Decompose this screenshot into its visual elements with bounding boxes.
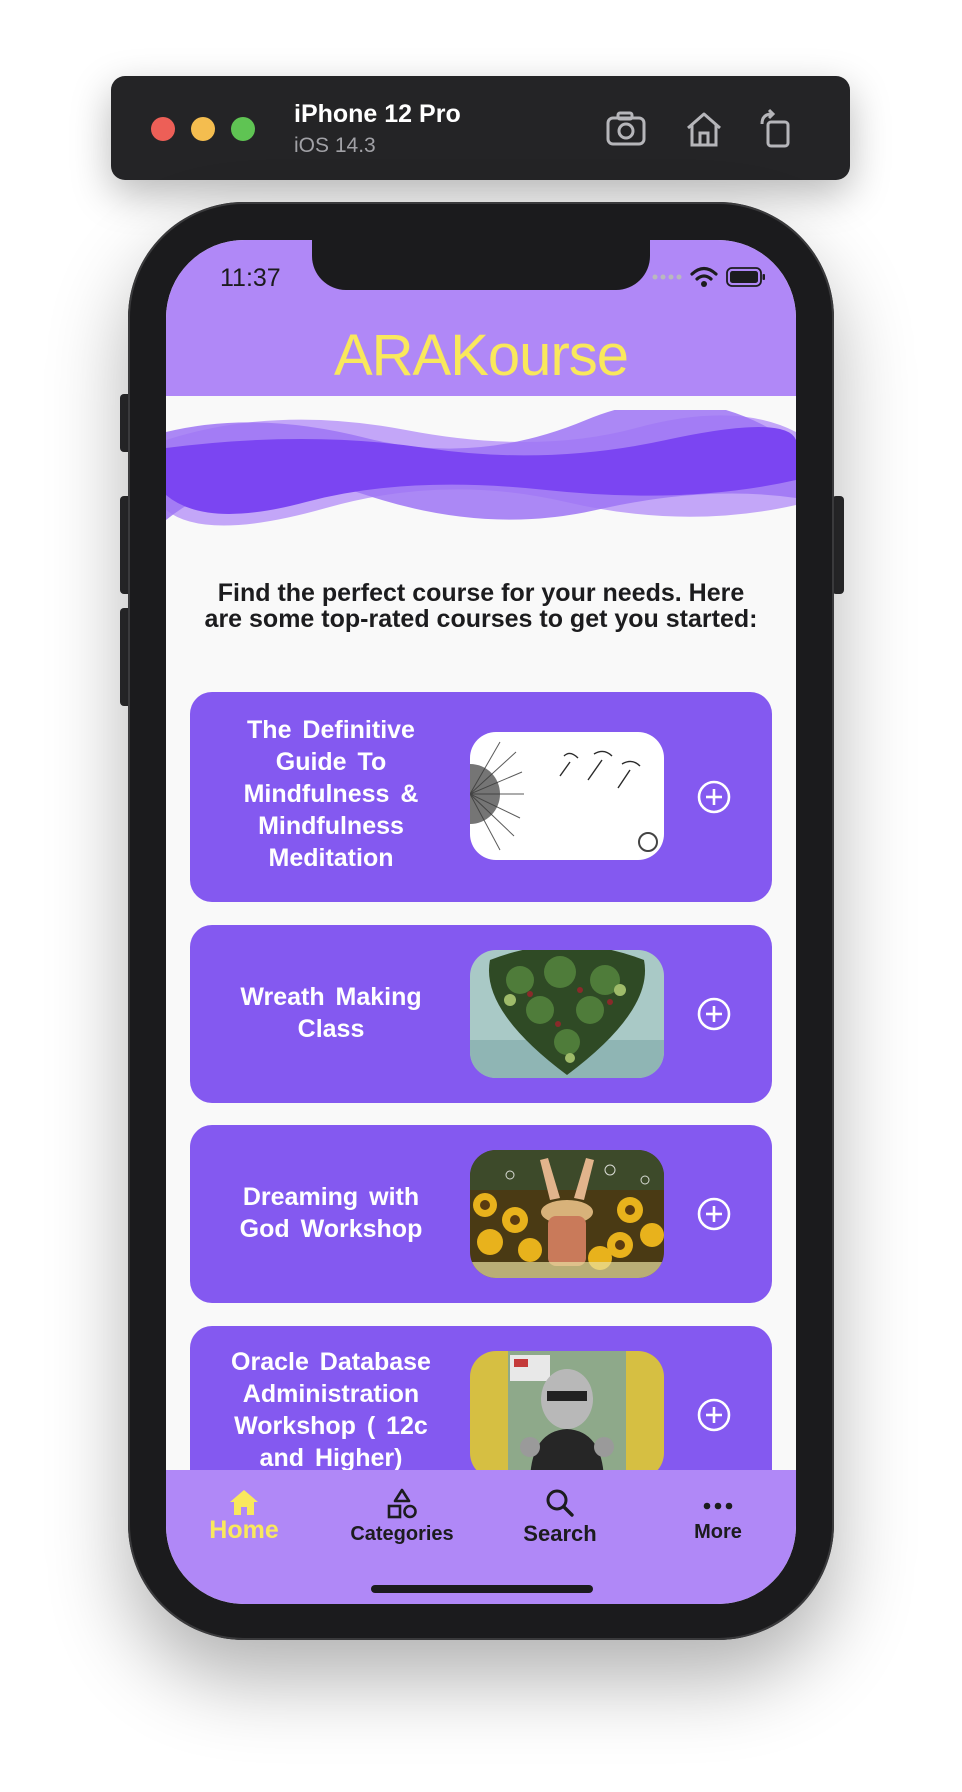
add-course-button[interactable] bbox=[697, 1398, 731, 1432]
tab-label: Home bbox=[209, 1516, 279, 1544]
search-icon bbox=[546, 1489, 574, 1517]
tab-bar: Home Categories Search More bbox=[166, 1470, 796, 1604]
shapes-icon bbox=[387, 1488, 417, 1519]
dandelion-seeds-image bbox=[470, 732, 664, 860]
phone-screen: ARAKourse 11:37 Find the perfect course … bbox=[166, 240, 796, 1604]
home-icon[interactable] bbox=[681, 106, 727, 152]
home-indicator bbox=[371, 1585, 593, 1593]
battery-icon bbox=[726, 267, 765, 287]
add-course-button[interactable] bbox=[697, 997, 731, 1031]
tab-search[interactable]: Search bbox=[495, 1488, 625, 1547]
status-icons bbox=[652, 266, 766, 288]
wifi-icon bbox=[690, 266, 718, 287]
screenshot-icon[interactable] bbox=[603, 106, 649, 152]
status-time: 11:37 bbox=[220, 264, 281, 292]
minimize-window-button[interactable] bbox=[191, 117, 215, 141]
tab-categories[interactable]: Categories bbox=[337, 1488, 467, 1546]
rotate-icon[interactable] bbox=[754, 106, 800, 152]
os-version: iOS 14.3 bbox=[294, 134, 376, 157]
simulator-toolbar: iPhone 12 Pro iOS 14.3 bbox=[111, 76, 850, 180]
course-title: Dreaming with God Workshop bbox=[239, 1183, 423, 1243]
oracle-instructor-image bbox=[470, 1351, 664, 1479]
close-window-button[interactable] bbox=[151, 117, 175, 141]
course-card[interactable]: Dreaming with God Workshop bbox=[190, 1125, 772, 1303]
sunflower-field-image bbox=[470, 1150, 664, 1278]
add-course-button[interactable] bbox=[697, 780, 731, 814]
signal-icon bbox=[652, 274, 682, 280]
tab-label: More bbox=[694, 1521, 742, 1543]
tab-label: Categories bbox=[350, 1523, 454, 1545]
course-title: Oracle Database Administration Workshop … bbox=[231, 1348, 431, 1472]
ellipsis-icon bbox=[703, 1502, 733, 1510]
course-card[interactable]: Wreath Making Class bbox=[190, 925, 772, 1103]
green-wreath-image bbox=[470, 950, 664, 1078]
device-name: iPhone 12 Pro bbox=[294, 100, 461, 128]
tab-label: Search bbox=[523, 1521, 597, 1546]
intro-text: Find the perfect course for your needs. … bbox=[204, 579, 758, 633]
notch bbox=[312, 240, 650, 290]
tab-more[interactable]: More bbox=[653, 1488, 783, 1544]
app-title: ARAKourse bbox=[333, 323, 629, 388]
course-title: Wreath Making Class bbox=[240, 983, 422, 1043]
zoom-window-button[interactable] bbox=[231, 117, 255, 141]
tab-home[interactable]: Home bbox=[179, 1488, 309, 1545]
add-course-button[interactable] bbox=[697, 1197, 731, 1231]
home-icon bbox=[230, 1490, 258, 1515]
course-title: The Definitive Guide To Mindfulness & Mi… bbox=[243, 716, 419, 872]
wave-banner bbox=[166, 410, 796, 526]
course-card[interactable]: The Definitive Guide To Mindfulness & Mi… bbox=[190, 692, 772, 902]
